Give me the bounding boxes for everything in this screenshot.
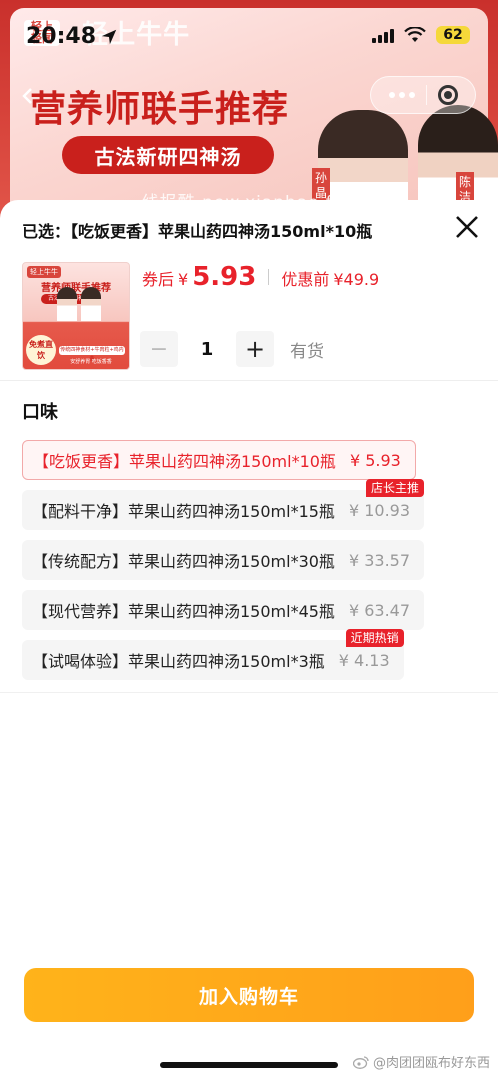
stock-status: 有货 [290,341,324,362]
thumb-brand: 轻上牛牛 [27,266,61,278]
selected-sku-line: 已选：【吃饭更香】苹果山药四神汤150ml*10瓶 [22,218,372,242]
decrease-button[interactable]: − [140,331,178,367]
battery-indicator: 62 [436,26,470,44]
brand-name: 轻上牛牛 [82,20,191,50]
options-bottom-divider [0,692,498,693]
option-name: 【吃饭更香】苹果山药四神汤150ml*10瓶 [33,452,336,471]
more-dots-icon[interactable] [388,92,415,98]
selected-prefix: 已选： [22,222,71,241]
option-price: ¥ 4.13 [338,650,390,670]
credit-text: @肉团团瓯布好东西 [372,1056,490,1071]
option-name: 【现代营养】苹果山药四神汤150ml*45瓶 [32,602,335,621]
quantity-stepper: − 1 + 有货 [140,331,324,367]
minus-icon: − [149,336,169,362]
option-name: 【传统配方】苹果山药四神汤150ml*30瓶 [32,552,335,571]
option-price: ¥ 63.47 [348,600,411,620]
option-price: ¥ 5.93 [349,450,401,470]
thumb-strip-2: 安舒养胃 吃饭香香 [70,359,112,365]
price-separator [268,269,270,285]
capsule-divider [425,85,427,105]
sku-selector-sheet: 已选：【吃饭更香】苹果山药四神汤150ml*10瓶 轻上牛牛 营养师联手推荐 古… [0,200,498,1080]
credit-watermark: @肉团团瓯布好东西 [352,1052,490,1071]
option-name: 【试喝体验】苹果山药四神汤150ml*3瓶 [32,652,325,671]
flavor-option[interactable]: 【试喝体验】苹果山药四神汤150ml*3瓶 ¥ 4.13 近期热销 [22,629,404,680]
flavor-title: 口味 [22,402,58,423]
increase-button[interactable]: + [236,331,274,367]
selected-sku-value: 【吃饭更香】苹果山药四神汤150ml*10瓶 [70,222,373,241]
option-price: ¥ 33.57 [348,550,411,570]
thumb-strip: 传统四神食材+牛肉粒+鸡内金 [59,346,125,362]
miniapp-close-icon[interactable] [437,85,458,105]
signal-icon [372,27,394,43]
close-icon[interactable] [454,214,480,240]
thumb-person-a [57,287,77,321]
status-icons: 62 [372,26,470,44]
thumb-person-b [81,287,101,321]
banner-subtitle: 古法新研四神汤 [62,136,274,174]
option-price: ¥ 10.93 [348,500,411,520]
product-banner: 轻上 轻闻 × 轻上牛牛 20:48 62 营养师联手推荐 古法新研四神汤 孙晶… [0,0,498,230]
option-name: 【配料干净】苹果山药四神汤150ml*15瓶 [32,502,335,521]
wifi-icon [404,27,426,42]
plus-icon: + [244,335,266,363]
home-indicator[interactable] [160,1062,338,1068]
thumb-badge: 免煮直饮 [26,335,56,365]
quantity-value[interactable]: 1 [178,339,236,360]
banner-headline: 营养师联手推荐 [30,89,290,130]
flavor-option[interactable]: 【配料干净】苹果山药四神汤150ml*15瓶 ¥ 10.93 店长主推 [22,479,425,530]
original-price-label: 优惠前 [281,270,330,289]
section-divider [0,380,498,381]
coupon-price-label: 券后 [142,270,175,289]
currency-symbol: ¥ [178,270,189,289]
flavor-option[interactable]: 【传统配方】苹果山药四神汤150ml*30瓶 ¥ 33.57 [22,540,425,580]
miniapp-capsule[interactable] [370,76,476,114]
price-row: 券后 ¥ 5.93 优惠前 ¥49.9 [142,262,379,292]
option-tag: 店长主推 [366,479,425,497]
option-tag: 近期热销 [345,629,404,647]
add-to-cart-button[interactable]: 加入购物车 [24,968,474,1022]
coupon-price: 5.93 [192,262,257,292]
weibo-icon [352,1055,369,1069]
flavor-option[interactable]: 【现代营养】苹果山药四神汤150ml*45瓶 ¥ 63.47 [22,590,425,630]
flavor-option[interactable]: 【吃饭更香】苹果山药四神汤150ml*10瓶 ¥ 5.93 [22,440,416,480]
location-arrow-icon [101,29,117,45]
status-time: 20:48 [26,24,97,49]
original-price: ¥49.9 [333,270,380,289]
product-thumbnail[interactable]: 轻上牛牛 营养师联手推荐 古法新研四神汤 免煮直饮 传统四神食材+牛肉粒+鸡内金… [22,262,130,370]
